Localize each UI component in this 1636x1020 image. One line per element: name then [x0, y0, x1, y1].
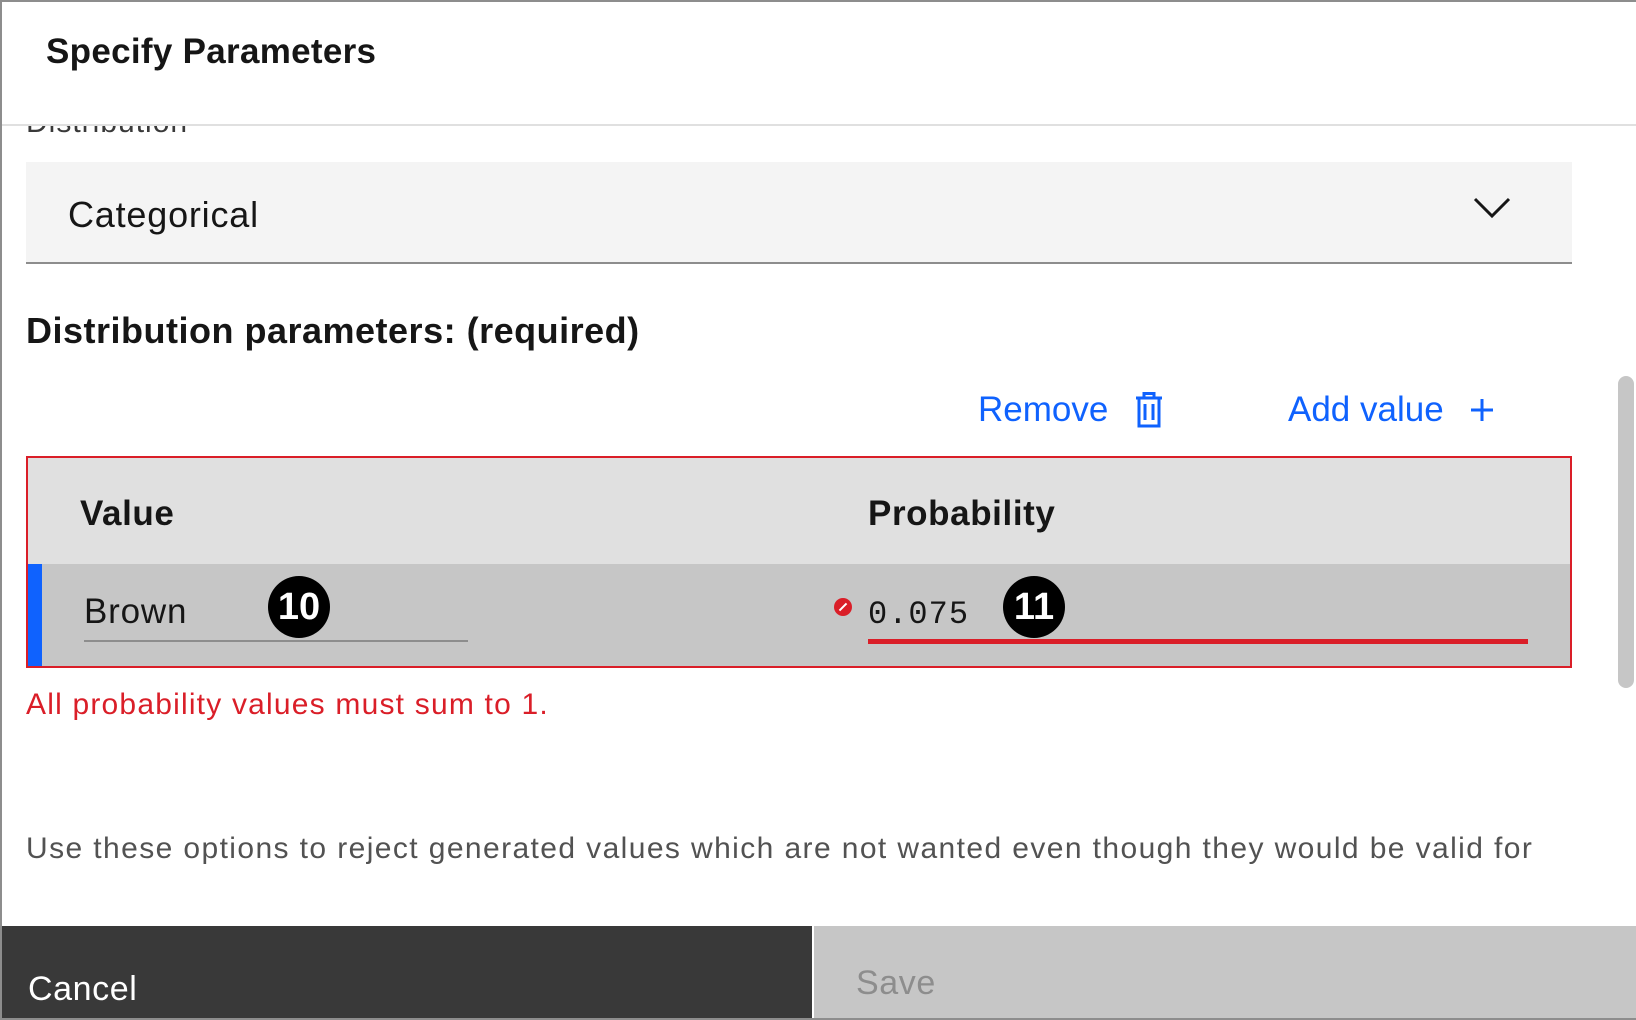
plus-icon: [1470, 399, 1493, 421]
dialog-title: Specify Parameters: [46, 32, 377, 71]
chevron-down-icon: [1473, 197, 1511, 219]
remove-button[interactable]: Remove: [978, 390, 1164, 430]
error-icon: [834, 598, 852, 616]
save-button[interactable]: Save: [814, 926, 1636, 1018]
distribution-label: Distribution: [26, 126, 188, 140]
table-row[interactable]: Brown 0.075: [28, 564, 1570, 666]
specify-parameters-dialog: Specify Parameters Distribution Categori…: [0, 0, 1636, 1020]
step-badge-10: 10: [268, 576, 330, 638]
column-header-probability: Probability: [868, 494, 1056, 533]
scrollbar[interactable]: [1618, 376, 1634, 688]
helper-text: Use these options to reject generated va…: [26, 832, 1534, 865]
trash-icon: [1136, 392, 1163, 428]
value-input-text: Brown: [84, 592, 188, 631]
dialog-footer: Cancel Save: [2, 926, 1636, 1018]
distribution-parameters-title: Distribution parameters: (required): [26, 310, 640, 351]
probability-input-text: 0.075: [868, 596, 970, 633]
step-badge-11: 11: [1003, 576, 1065, 638]
remove-button-label: Remove: [978, 390, 1109, 429]
validation-error-message: All probability values must sum to 1.: [26, 688, 549, 721]
row-selected-marker: [28, 564, 42, 666]
cancel-button-label: Cancel: [28, 970, 138, 1008]
column-header-value: Value: [80, 494, 175, 533]
save-button-label: Save: [856, 964, 936, 1002]
distribution-select-value: Categorical: [68, 194, 259, 235]
add-value-button-label: Add value: [1288, 390, 1444, 429]
probability-table: Value Probability Brown 0.075: [26, 456, 1572, 668]
distribution-select[interactable]: Categorical: [26, 162, 1572, 264]
probability-input[interactable]: 0.075: [868, 588, 1528, 644]
add-value-button[interactable]: Add value: [1288, 390, 1494, 430]
cancel-button[interactable]: Cancel: [2, 926, 812, 1018]
dialog-body: Distribution Categorical Distribution pa…: [2, 126, 1636, 870]
dialog-header: Specify Parameters: [2, 2, 1636, 126]
